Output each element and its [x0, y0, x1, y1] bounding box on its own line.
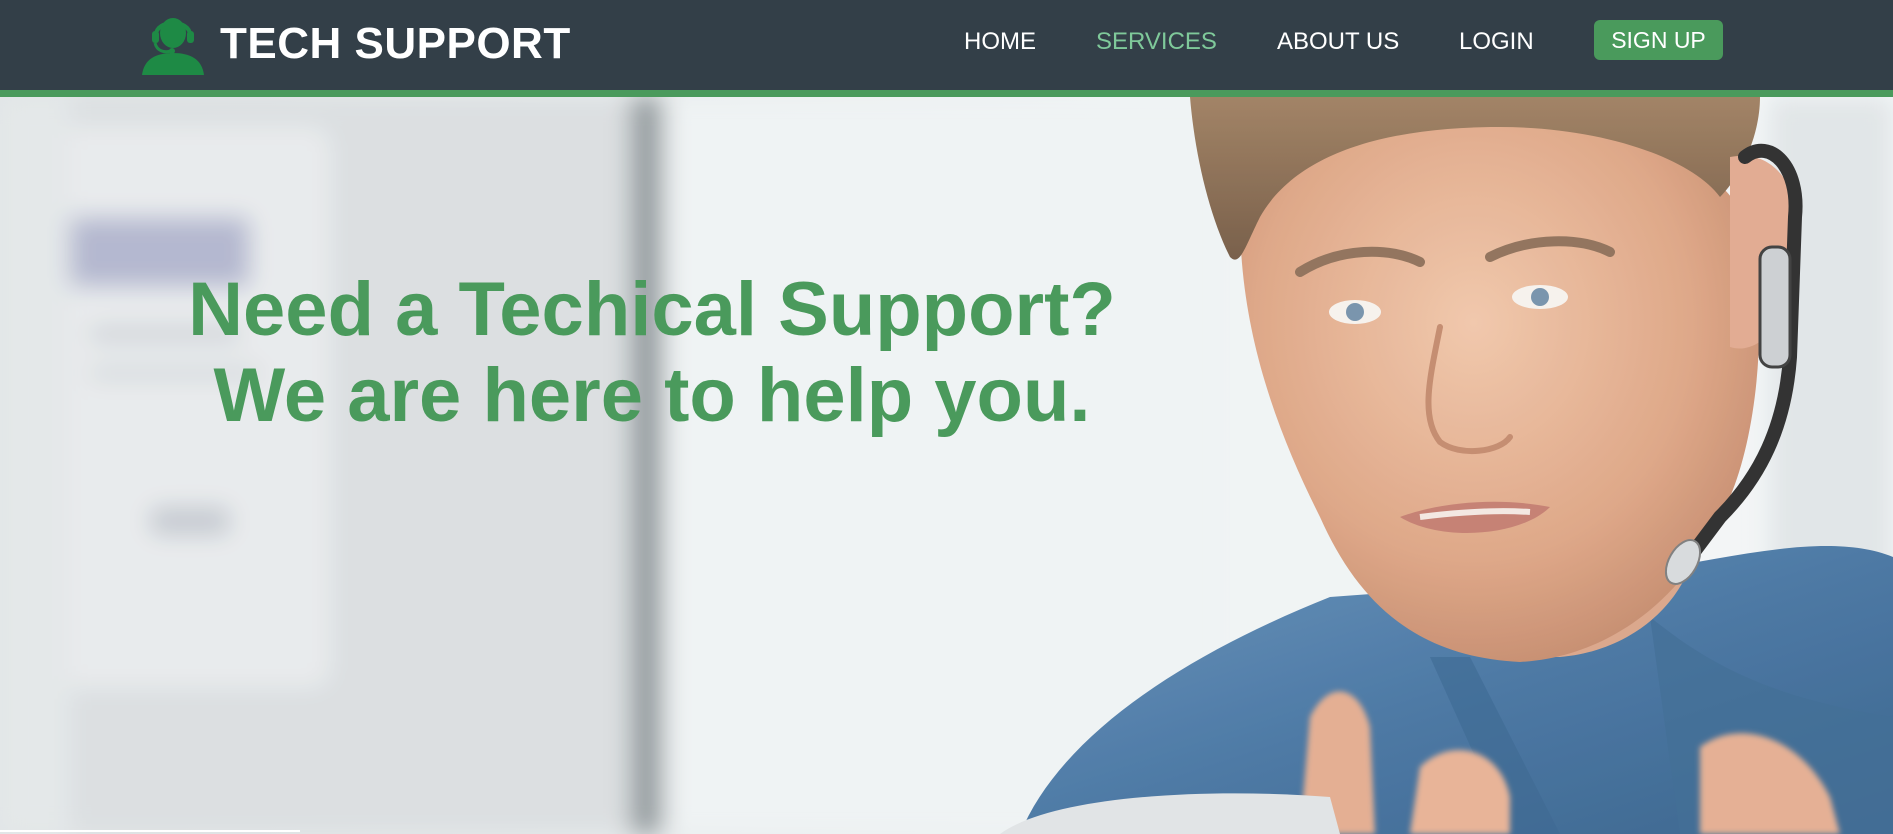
nav-about-link[interactable]: ABOUT US [1277, 29, 1399, 55]
nav-login-link[interactable]: LOGIN [1459, 29, 1534, 55]
hero-banner: Need a Techical Support? We are here to … [0, 97, 1893, 834]
nav-services-link[interactable]: SERVICES [1096, 29, 1217, 55]
support-agent-headset-icon [142, 18, 204, 75]
hero-headline-line1: Need a Techical Support? [188, 267, 1116, 352]
brand-logo[interactable]: TECH SUPPORT [140, 13, 571, 75]
sign-up-button[interactable]: SIGN UP [1594, 20, 1723, 60]
nav-accent-stripe [0, 90, 1893, 97]
nav-home-link[interactable]: HOME [964, 29, 1036, 55]
hero-headline-line2: We are here to help you. [213, 353, 1091, 438]
bottom-divider [0, 830, 300, 832]
brand-title: TECH SUPPORT [220, 19, 571, 68]
top-navbar: TECH SUPPORT HOME SERVICES ABOUT US LOGI… [0, 0, 1893, 90]
hero-headline: Need a Techical Support? We are here to … [130, 267, 1174, 439]
support-agent-photo [0, 97, 1893, 834]
